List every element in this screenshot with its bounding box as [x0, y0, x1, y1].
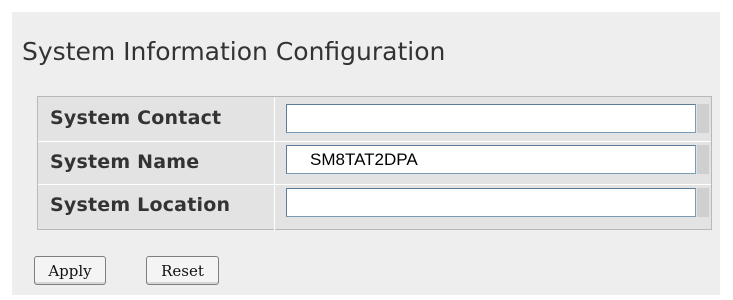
- row-system-location: System Location: [38, 184, 711, 227]
- system-info-table: System Contact System Name System Locati…: [37, 96, 712, 231]
- system-name-input[interactable]: [286, 145, 696, 174]
- apply-button[interactable]: Apply: [34, 256, 106, 285]
- row-system-name: System Name: [38, 141, 711, 184]
- system-location-field-scrollbar: [697, 188, 709, 217]
- system-contact-field-scrollbar: [697, 104, 709, 133]
- system-name-field-scrollbar: [697, 145, 709, 174]
- system-contact-input[interactable]: [286, 104, 696, 133]
- reset-button[interactable]: Reset: [146, 256, 219, 285]
- system-location-input[interactable]: [286, 188, 696, 217]
- page-title: System Information Configuration: [22, 37, 446, 66]
- system-location-label: System Location: [50, 194, 231, 216]
- row-system-contact: System Contact: [38, 97, 711, 140]
- system-contact-label: System Contact: [50, 107, 222, 129]
- system-name-label: System Name: [50, 151, 200, 173]
